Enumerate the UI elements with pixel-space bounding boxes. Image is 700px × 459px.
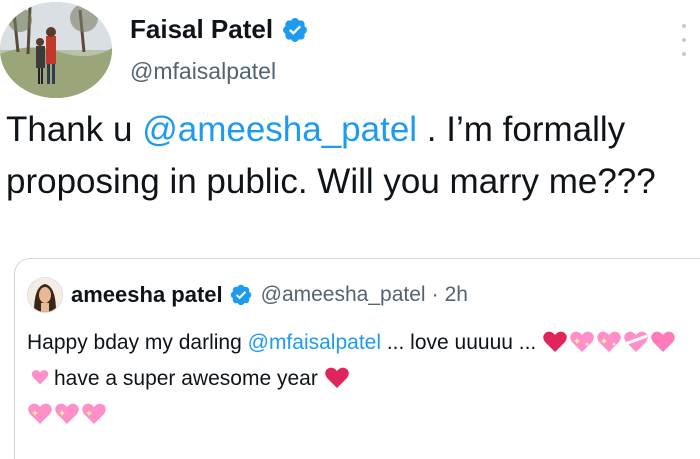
sparkling-heart-icon [82,403,106,424]
verified-badge-icon [230,284,251,306]
quoted-text-start: Happy bday my darling [27,331,248,354]
header-separator: · [431,283,439,306]
author-handle[interactable]: @mfaisalpatel [130,58,276,85]
tweet-text: Thank u @ameesha_patel . I’m formally pr… [6,104,696,208]
verified-badge-icon [283,17,308,42]
quoted-text-mid: ... love uuuuu ... [381,331,537,354]
tweet-mention-link[interactable]: @ameesha_patel [142,110,417,149]
quoted-tweet-text: Happy bday my darling @mfaisalpatel ... … [27,325,687,433]
two-hearts-icon [651,331,675,352]
quoted-tweet[interactable]: ameesha patel @ameesha_patel · 2h Happy … [14,258,700,459]
sparkling-heart-icon [55,403,79,424]
red-heart-icon [324,367,349,388]
heart-with-ribbon-icon [624,331,648,352]
author-name-text[interactable]: Faisal Patel [130,14,273,45]
tweet-text-start: Thank u [6,110,143,149]
quoted-author-avatar[interactable] [27,277,63,313]
quoted-text-end: have a super awesome year [54,367,318,390]
quoted-author-name[interactable]: ameesha patel [71,282,223,308]
sparkling-heart-icon [570,331,594,352]
red-heart-icon [543,331,567,352]
quoted-timestamp[interactable]: 2h [445,283,468,307]
sparkling-heart-icon [28,403,52,424]
quoted-tweet-header: ameesha patel @ameesha_patel · 2h [27,277,468,313]
quoted-mention-link[interactable]: @mfaisalpatel [248,331,381,354]
sparkling-heart-icon [597,331,621,352]
author-display-name[interactable]: Faisal Patel [130,14,309,45]
author-avatar[interactable] [0,2,112,98]
tweet-card[interactable]: Faisal Patel @mfaisalpatel Thank u @amee… [0,0,700,459]
quoted-author-handle[interactable]: @ameesha_patel [261,283,426,307]
more-options-icon[interactable] [680,24,688,56]
growing-heart-icon [31,370,49,385]
